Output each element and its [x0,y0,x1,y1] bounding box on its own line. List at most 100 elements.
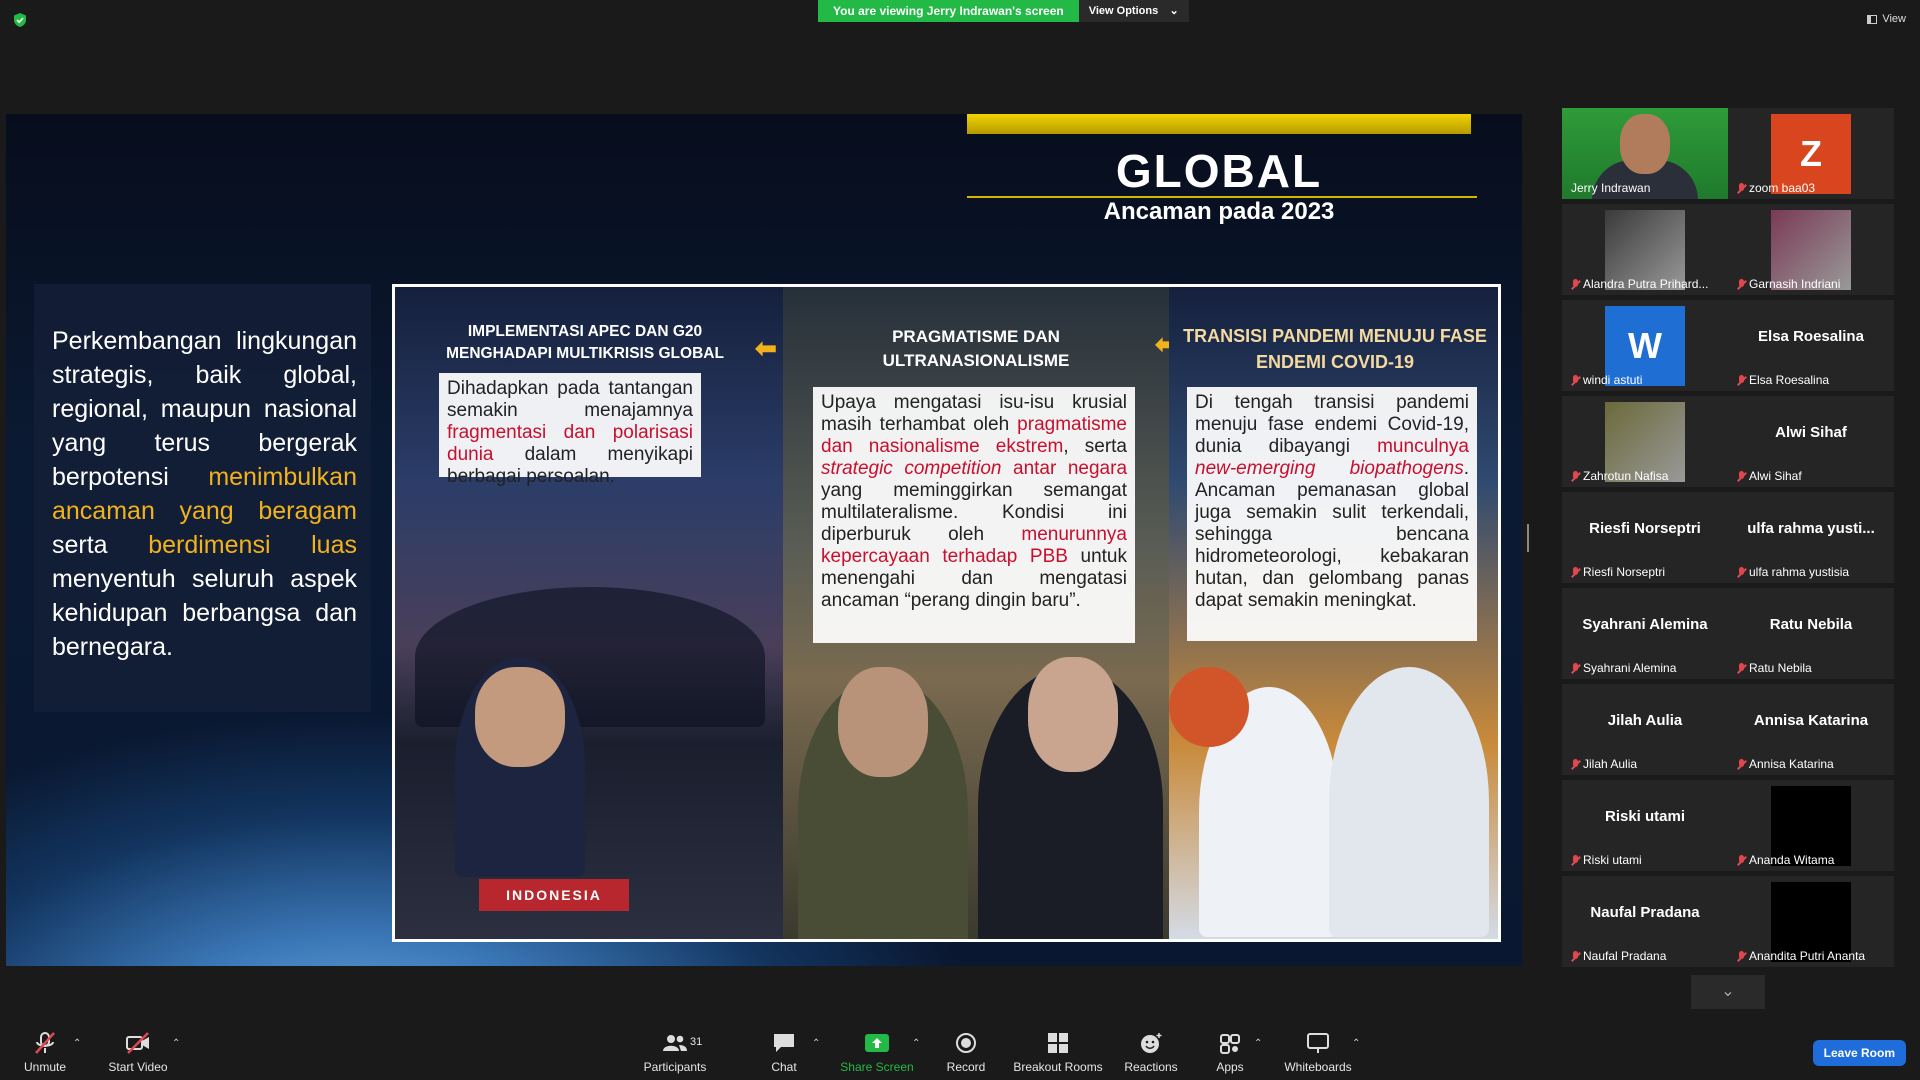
arrow-left-icon: ⬅ [755,333,777,363]
microphone-muted-icon [1737,374,1746,386]
panel-pragmatisme: PRAGMATISME DAN ULTRANASIONALISME Upaya … [783,287,1169,939]
microphone-muted-icon [1737,566,1746,578]
participant-name: Riski utami [1583,853,1642,867]
panel-heading: TRANSISI PANDEMI MENUJU FASE ENDEMI COVI… [1183,326,1487,372]
participant-name-label: Jerry Indrawan [1571,181,1650,195]
whiteboards-button[interactable]: Whiteboards [1282,1016,1354,1080]
chat-button[interactable]: Chat [768,1016,800,1080]
panel-text-red-italic: new-emerging biopathogens [1195,458,1464,479]
intro-text-part: menyentuh seluruh aspek kehidupan berban… [52,565,357,661]
security-shield-icon[interactable] [12,12,28,28]
leave-room-button[interactable]: Leave Room [1812,1040,1906,1066]
panel-text-red: munculnya [1377,436,1469,457]
participant-tile[interactable]: Syahrani Alemina Syahrani Alemina [1562,588,1728,679]
microphone-muted-icon [1737,854,1746,866]
participant-display-name: Syahrani Alemina [1582,616,1708,633]
participant-display-name: ulfa rahma yusti... [1747,520,1875,537]
reactions-button[interactable]: Reactions [1123,1016,1179,1080]
microphone-muted-icon [1571,758,1580,770]
intro-highlight: berdimensi luas [148,531,357,559]
slide-title: GLOBAL [1115,145,1323,197]
participant-tile[interactable]: Jerry Indrawan [1562,108,1728,199]
participant-name-label: Ananda Witama [1737,853,1834,867]
panel-text-box: Di tengah transisi pandemi menuju fase e… [1187,387,1477,641]
participant-display-name: Riesfi Norseptri [1589,520,1701,537]
participant-tile[interactable]: Ratu Nebila Ratu Nebila [1728,588,1894,679]
apps-options-caret-icon[interactable]: ⌃ [1254,1038,1262,1049]
slide-subtitle: Ancaman pada 2023 [1103,198,1335,225]
participant-name-label: ulfa rahma yustisia [1737,565,1849,579]
participant-name-label: Elsa Roesalina [1737,373,1829,387]
participant-tile[interactable]: Naufal Pradana Naufal Pradana [1562,876,1728,967]
participant-name-label: windi astuti [1571,373,1642,387]
participant-name-label: Ratu Nebila [1737,661,1812,675]
participant-tile[interactable]: Jilah Aulia Jilah Aulia [1562,684,1728,775]
participant-tile[interactable]: Anandita Putri Ananta [1728,876,1894,967]
participant-name: Jerry Indrawan [1571,181,1651,195]
participant-display-name: Alwi Sihaf [1775,424,1847,441]
share-screen-button[interactable]: Share Screen [840,1016,914,1080]
participant-tile[interactable]: Annisa Katarina Annisa Katarina [1728,684,1894,775]
chat-options-caret-icon[interactable]: ⌃ [812,1038,820,1049]
microphone-muted-icon [1571,662,1580,674]
participant-name-label: Syahrani Alemina [1571,661,1676,675]
panel-text-box: Dihadapkan pada tantangan semakin menaja… [439,373,701,487]
audio-options-caret-icon[interactable]: ⌃ [73,1038,81,1049]
meeting-top-bar: You are viewing Jerry Indrawan's screen … [0,0,1920,30]
apps-label: Apps [1216,1060,1244,1074]
participant-name: Ananda Witama [1749,853,1835,867]
participant-tile[interactable]: Alandra Putra Prihard... [1562,204,1728,295]
participant-tile[interactable]: Garnasih Indriani [1728,204,1894,295]
panel-text: , serta [1063,436,1127,457]
participants-count: 31 [690,1036,703,1048]
participant-display-name: Annisa Katarina [1753,712,1869,729]
microphone-muted-icon [1571,950,1580,962]
chat-bubble-icon [774,1034,794,1052]
record-button[interactable]: Record [945,1016,987,1080]
intro-text-part: serta [52,531,149,559]
participants-label: Participants [643,1060,707,1074]
participant-name: Elsa Roesalina [1749,373,1830,387]
breakout-rooms-button[interactable]: Breakout Rooms [1012,1016,1104,1080]
participant-tile[interactable]: Elsa Roesalina Elsa Roesalina [1728,300,1894,391]
participant-name: Anandita Putri Ananta [1749,949,1866,963]
virus-image [1169,667,1249,747]
chevron-down-icon: ⌄ [1169,5,1179,17]
view-button[interactable]: View [1867,13,1906,25]
microphone-muted-icon [1571,374,1580,386]
participant-tile[interactable]: Riski utami Riski utami [1562,780,1728,871]
microphone-muted-icon [1571,854,1580,866]
participant-name-label: Zahrotun Nafisa [1571,469,1668,483]
participant-tile[interactable]: Ananda Witama [1728,780,1894,871]
participant-display-name: Jilah Aulia [1607,712,1683,729]
unmute-button[interactable]: Unmute [20,1016,70,1080]
participant-name: Naufal Pradana [1583,949,1667,963]
participant-name: Riesfi Norseptri [1583,565,1666,579]
share-options-caret-icon[interactable]: ⌃ [912,1038,920,1049]
microphone-muted-icon [1737,950,1746,962]
participant-tile[interactable]: Alwi Sihaf Alwi Sihaf [1728,396,1894,487]
screen-share-banner: You are viewing Jerry Indrawan's screen … [818,0,1189,22]
whiteboard-options-caret-icon[interactable]: ⌃ [1352,1038,1360,1049]
participant-tile[interactable]: ulfa rahma yusti... ulfa rahma yustisia [1728,492,1894,583]
start-video-label: Start Video [108,1060,168,1074]
gallery-scroll-down-button[interactable]: ⌄ [1691,975,1765,1009]
participant-tile[interactable]: Zzoom baa03 [1728,108,1894,199]
video-options-caret-icon[interactable]: ⌃ [172,1038,180,1049]
apps-button[interactable]: Apps [1212,1016,1248,1080]
panel-text-red: antar negara [1001,458,1128,479]
start-video-button[interactable]: Start Video [105,1016,171,1080]
panel-heading: IMPLEMENTASI APEC DAN G20 MENGHADAPI MUL… [446,323,724,362]
participants-button[interactable]: Participants [640,1016,710,1080]
participant-tile[interactable]: Wwindi astuti [1562,300,1728,391]
hazmat-worker-image [1329,667,1489,937]
breakout-rooms-icon [1048,1033,1068,1053]
panel-pandemi: TRANSISI PANDEMI MENUJU FASE ENDEMI COVI… [1169,287,1498,939]
microphone-muted-icon [1737,470,1746,482]
view-options-button[interactable]: View Options ⌄ [1078,0,1189,22]
participant-tile[interactable]: Zahrotun Nafisa [1562,396,1728,487]
panel-resize-handle[interactable] [1527,524,1529,552]
layout-icon [1867,14,1878,24]
participant-name: ulfa rahma yustisia [1749,565,1850,579]
participant-tile[interactable]: Riesfi Norseptri Riesfi Norseptri [1562,492,1728,583]
